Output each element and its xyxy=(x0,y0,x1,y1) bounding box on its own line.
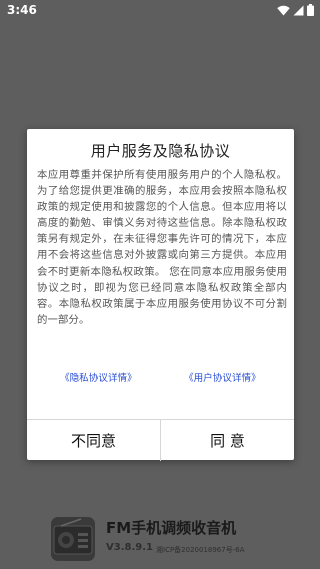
battery-icon xyxy=(307,4,314,16)
privacy-policy-link[interactable]: 《隐私协议详情》 xyxy=(60,370,137,384)
privacy-agreement-dialog: 用户服务及隐私协议 本应用尊重并保护所有使用服务用户的个人隐私权。为了给您提供更… xyxy=(27,129,294,461)
icp-registration: 湘ICP备2020018967号-6A xyxy=(156,546,245,554)
dialog-body-text: 本应用尊重并保护所有使用服务用户的个人隐私权。为了给您提供更准确的服务，本应用会… xyxy=(37,169,287,326)
radio-icon xyxy=(51,517,95,561)
dialog-title: 用户服务及隐私协议 xyxy=(90,142,231,160)
agreement-links: 《隐私协议详情》 《用户协议详情》 xyxy=(27,370,294,386)
app-version: V3.8.9.1 xyxy=(106,542,153,553)
dialog-button-row: 不同意 同 意 xyxy=(27,419,294,461)
app-splash-footer: FM手机调频收音机 V3.8.9.1 湘ICP备2020018967号-6A xyxy=(0,505,320,569)
disagree-button[interactable]: 不同意 xyxy=(27,420,161,461)
cellular-signal-icon xyxy=(293,5,304,15)
agree-button[interactable]: 同 意 xyxy=(161,420,294,461)
app-name: FM手机调频收音机 xyxy=(106,519,237,537)
status-bar: 3:46 xyxy=(0,0,320,22)
wifi-icon xyxy=(277,5,290,15)
user-agreement-link[interactable]: 《用户协议详情》 xyxy=(184,370,261,384)
status-icons xyxy=(277,4,314,16)
status-time: 3:46 xyxy=(7,3,37,17)
